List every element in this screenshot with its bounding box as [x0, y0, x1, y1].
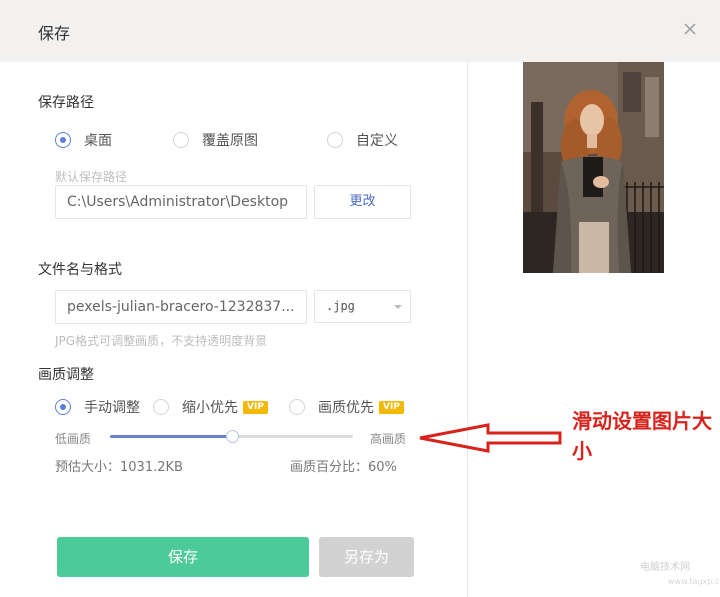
quality-percent: 画质百分比：60%	[290, 460, 397, 475]
quality-slider[interactable]	[110, 430, 353, 443]
radio-label: 自定义	[356, 133, 398, 149]
quality-slider-fill	[110, 435, 232, 438]
radio-quality-first[interactable]: 画质优先 VIP	[289, 397, 404, 417]
radio-label: 画质优先	[318, 400, 374, 416]
save-path-title: 保存路径	[38, 95, 94, 111]
estimated-size: 预估大小：1031.2KB	[55, 460, 183, 475]
radio-size-first[interactable]: 缩小优先 VIP	[153, 397, 268, 417]
save-as-button[interactable]: 另存为	[319, 537, 414, 577]
save-button[interactable]: 保存	[57, 537, 309, 577]
radio-dot	[289, 399, 305, 415]
annotation-text: 滑动设置图片大小	[572, 409, 712, 463]
radio-label: 覆盖原图	[202, 133, 258, 149]
dialog-title: 保存	[38, 24, 71, 43]
high-quality-label: 高画质	[370, 432, 407, 446]
format-hint: JPG格式可调整画质，不支持透明度背景	[55, 334, 268, 348]
format-value: .jpg	[326, 299, 355, 313]
filename-input[interactable]: pexels-julian-bracero-1232837...	[55, 290, 307, 324]
radio-label: 缩小优先	[182, 400, 238, 416]
dialog-titlebar: 保存	[0, 0, 720, 62]
chevron-down-icon	[394, 305, 402, 309]
radio-overwrite[interactable]: 覆盖原图	[173, 130, 258, 150]
save-path-input[interactable]: C:\Users\Administrator\Desktop	[55, 185, 307, 219]
radio-dot	[55, 399, 71, 415]
panel-divider	[467, 62, 468, 597]
close-icon[interactable]	[680, 19, 700, 39]
radio-label: 桌面	[84, 133, 112, 149]
annotation-arrow-icon	[419, 423, 562, 453]
vip-badge: VIP	[379, 400, 404, 414]
preview-image	[523, 62, 664, 273]
watermark-text: 电脑技术网	[640, 562, 690, 573]
radio-custom[interactable]: 自定义	[327, 130, 398, 150]
watermark-url: www.tagxp.com	[668, 577, 720, 586]
radio-dot	[327, 132, 343, 148]
radio-dot	[55, 132, 71, 148]
file-section-title: 文件名与格式	[38, 262, 122, 278]
radio-label: 手动调整	[84, 400, 140, 416]
format-select[interactable]: .jpg	[314, 290, 411, 323]
radio-dot	[173, 132, 189, 148]
default-path-hint: 默认保存路径	[55, 170, 128, 184]
radio-manual[interactable]: 手动调整	[55, 397, 140, 417]
radio-dot	[153, 399, 169, 415]
low-quality-label: 低画质	[55, 432, 92, 446]
radio-desktop[interactable]: 桌面	[55, 130, 112, 150]
change-path-button[interactable]: 更改	[314, 185, 411, 219]
vip-badge: VIP	[243, 400, 268, 414]
quality-slider-handle[interactable]	[225, 430, 239, 443]
quality-section-title: 画质调整	[38, 367, 94, 383]
